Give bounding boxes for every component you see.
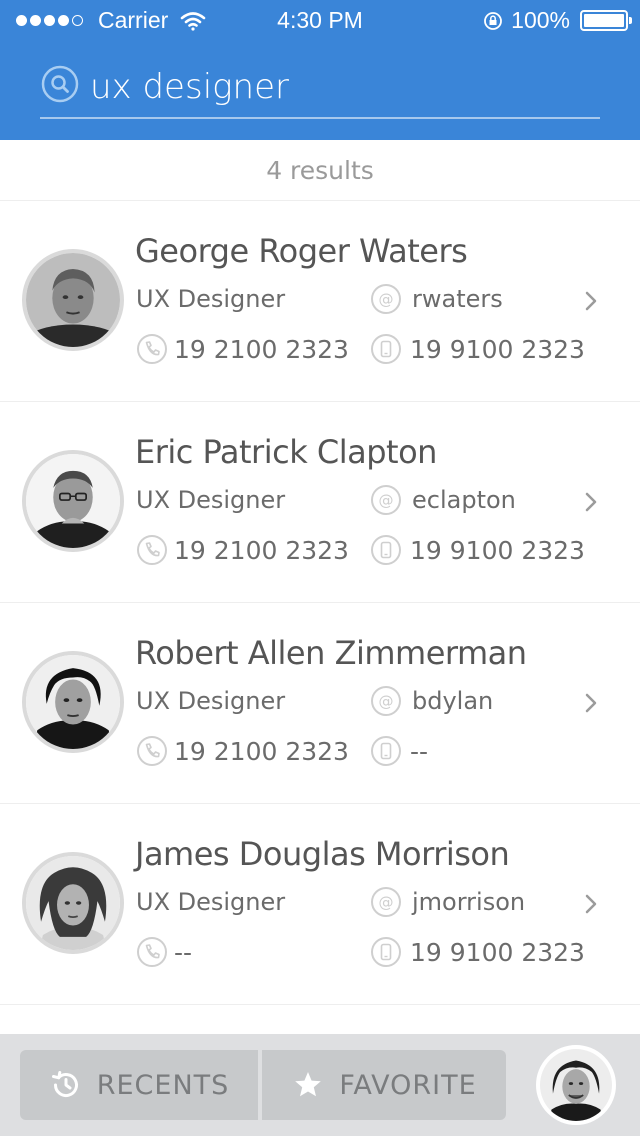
- battery-percent: 100%: [511, 7, 570, 33]
- contact-list: George Roger Waters UX Designer @ rwater…: [0, 201, 640, 1005]
- history-icon: [51, 1071, 78, 1098]
- mobile-field[interactable]: 19 9100 2323: [370, 936, 585, 968]
- contact-row[interactable]: Eric Patrick Clapton UX Designer @ eclap…: [0, 402, 640, 603]
- contact-phone: 19 2100 2323: [174, 535, 349, 565]
- avatar: [22, 852, 124, 954]
- handle-field: @ bdylan: [370, 685, 493, 717]
- phone-icon: [137, 937, 167, 967]
- contact-phone: 19 2100 2323: [174, 334, 349, 364]
- avatar: [22, 249, 124, 351]
- handle-field: @ eclapton: [370, 484, 516, 516]
- svg-text:@: @: [379, 291, 394, 309]
- phone-icon: [137, 736, 167, 766]
- mobile-phone-icon: [371, 736, 401, 766]
- phone-field[interactable]: 19 2100 2323: [136, 735, 349, 767]
- contact-row[interactable]: George Roger Waters UX Designer @ rwater…: [0, 201, 640, 402]
- contact-phone: --: [174, 937, 193, 967]
- chevron-right-icon: [585, 894, 597, 914]
- contact-role: UX Designer: [136, 888, 286, 916]
- contact-role: UX Designer: [136, 285, 286, 313]
- contact-phone: 19 2100 2323: [174, 736, 349, 766]
- at-sign-icon: @: [371, 686, 401, 716]
- contact-mobile: 19 9100 2323: [410, 937, 585, 967]
- handle-field: @ rwaters: [370, 283, 503, 315]
- chevron-right-icon: [585, 291, 597, 311]
- mobile-field[interactable]: 19 9100 2323: [370, 534, 585, 566]
- search-bar: [40, 62, 600, 119]
- at-sign-icon: @: [371, 284, 401, 314]
- contact-mobile: --: [410, 736, 429, 766]
- contact-name: George Roger Waters: [135, 232, 468, 270]
- contact-row[interactable]: James Douglas Morrison UX Designer @ jmo…: [0, 804, 640, 1005]
- contact-name: Robert Allen Zimmerman: [135, 634, 527, 672]
- phone-icon: [137, 334, 167, 364]
- status-bar: Carrier 4:30 PM 100%: [0, 0, 640, 40]
- profile-avatar[interactable]: [536, 1045, 616, 1125]
- contact-name: Eric Patrick Clapton: [135, 433, 437, 471]
- results-count: 4 results: [0, 140, 640, 201]
- contact-handle: bdylan: [412, 687, 494, 715]
- mobile-phone-icon: [371, 334, 401, 364]
- favorite-tab[interactable]: FAVORITE: [262, 1050, 506, 1120]
- contact-mobile: 19 9100 2323: [410, 334, 585, 364]
- at-sign-icon: @: [371, 485, 401, 515]
- handle-field: @ jmorrison: [370, 886, 525, 918]
- tab-bar: RECENTS FAVORITE: [0, 1034, 640, 1136]
- at-sign-icon: @: [371, 887, 401, 917]
- mobile-phone-icon: [371, 535, 401, 565]
- phone-field[interactable]: 19 2100 2323: [136, 333, 349, 365]
- contact-handle: jmorrison: [412, 888, 526, 916]
- avatar: [22, 651, 124, 753]
- search-input[interactable]: [90, 62, 595, 112]
- contact-name: James Douglas Morrison: [135, 835, 510, 873]
- avatar: [540, 1049, 612, 1121]
- header-bar: Carrier 4:30 PM 100%: [0, 0, 640, 140]
- search-icon: [41, 65, 79, 103]
- contact-handle: eclapton: [412, 486, 516, 514]
- battery-icon: [580, 10, 632, 31]
- chevron-right-icon: [585, 693, 597, 713]
- svg-text:@: @: [379, 492, 394, 510]
- status-right: 100%: [483, 7, 632, 34]
- contact-role: UX Designer: [136, 486, 286, 514]
- star-icon: [295, 1072, 322, 1097]
- rotation-lock-icon: [484, 11, 503, 30]
- contact-role: UX Designer: [136, 687, 286, 715]
- mobile-field[interactable]: --: [370, 735, 428, 767]
- phone-field[interactable]: 19 2100 2323: [136, 534, 349, 566]
- phone-icon: [137, 535, 167, 565]
- chevron-right-icon: [585, 492, 597, 512]
- recents-tab[interactable]: RECENTS: [20, 1050, 258, 1120]
- mobile-field[interactable]: 19 9100 2323: [370, 333, 585, 365]
- favorite-label: FAVORITE: [339, 1069, 477, 1101]
- avatar: [22, 450, 124, 552]
- contact-handle: rwaters: [412, 285, 503, 313]
- recents-label: RECENTS: [96, 1069, 230, 1101]
- contact-mobile: 19 9100 2323: [410, 535, 585, 565]
- svg-text:@: @: [379, 693, 394, 711]
- phone-field[interactable]: --: [136, 936, 192, 968]
- contact-row[interactable]: Robert Allen Zimmerman UX Designer @ bdy…: [0, 603, 640, 804]
- svg-text:@: @: [379, 894, 394, 912]
- mobile-phone-icon: [371, 937, 401, 967]
